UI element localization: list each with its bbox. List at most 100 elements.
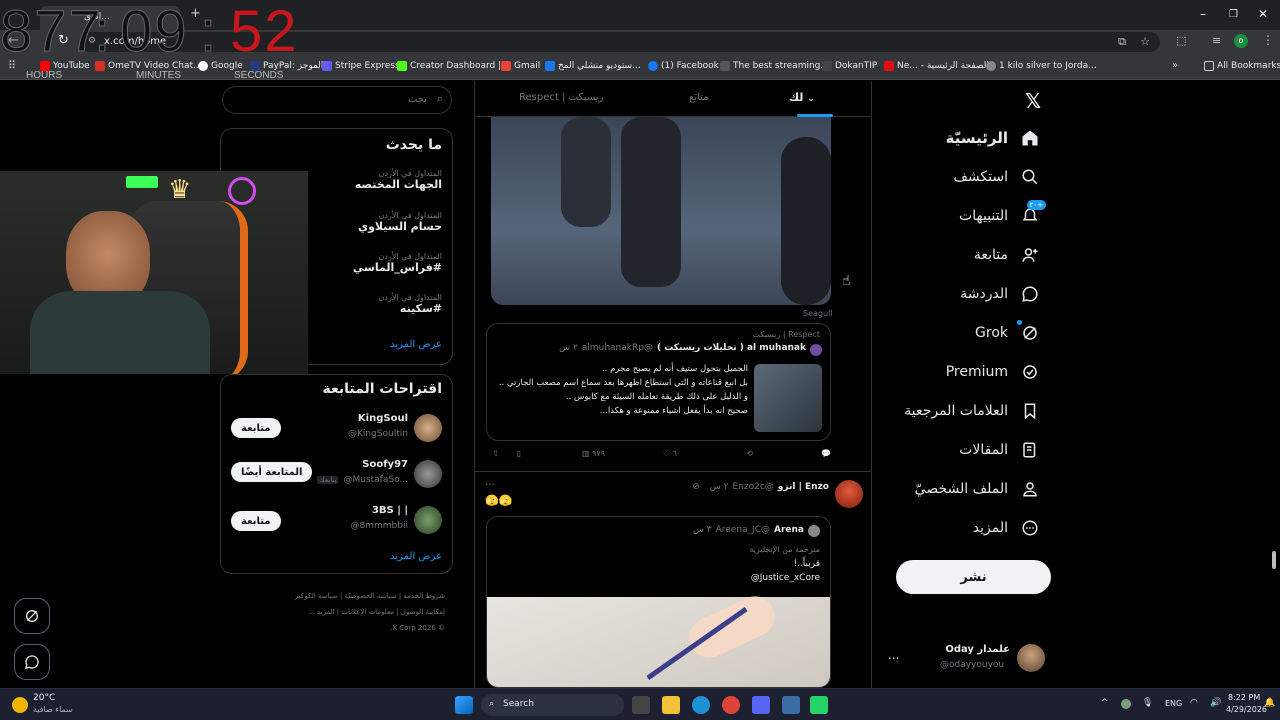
timer-separator: : bbox=[199, 0, 219, 65]
like-button[interactable]: ♡ ٦ bbox=[663, 449, 677, 458]
views-button[interactable]: ▥ ٩٧٩ bbox=[582, 449, 605, 458]
menu-icon[interactable]: ⋮ bbox=[1262, 33, 1274, 47]
footer-link[interactable]: سياسة الخصوصيّة bbox=[345, 592, 397, 600]
extensions-icon[interactable]: ⬚ bbox=[1176, 34, 1186, 47]
clock-date[interactable]: 4/29/2026 bbox=[1226, 705, 1267, 714]
edge-icon[interactable] bbox=[692, 696, 710, 714]
grok-icon[interactable]: ⊘ bbox=[692, 482, 700, 492]
tray-app-icon[interactable] bbox=[1121, 699, 1131, 709]
nav-explore[interactable]: استكشف bbox=[953, 167, 1040, 187]
post-button[interactable]: نشر bbox=[896, 560, 1051, 594]
footer-link[interactable]: شروط الخدمة bbox=[403, 592, 445, 600]
footer-link[interactable]: سياسة الكوكيز bbox=[295, 592, 338, 600]
wifi-icon[interactable]: ◠ bbox=[1190, 698, 1198, 708]
bookmark-stripe[interactable]: Stripe Express bbox=[322, 61, 400, 71]
whatsapp-icon[interactable] bbox=[810, 696, 828, 714]
bookmark-streaming[interactable]: The best streaming... bbox=[720, 61, 829, 71]
trend-item[interactable]: المتداول في الأردن #فراس_الماسي bbox=[353, 252, 442, 274]
bookmark-dokantip[interactable]: DokanTIP bbox=[822, 61, 877, 71]
task-view-icon[interactable] bbox=[632, 696, 650, 714]
follow-button[interactable]: متابعة bbox=[231, 511, 281, 531]
bookmark-gmail[interactable]: Gmail bbox=[501, 61, 540, 71]
suggestion-item[interactable]: 3BS | | @8mmmbbii متابعة bbox=[221, 503, 452, 539]
tab-respect[interactable]: Respect | ريسبكت bbox=[519, 92, 603, 103]
show-more-link[interactable]: عرض المزيد bbox=[390, 339, 442, 350]
follow-button[interactable]: متابعة bbox=[231, 418, 281, 438]
tab-following[interactable]: متابَع bbox=[689, 92, 709, 103]
x-logo-icon[interactable]: 𝕏 bbox=[1025, 89, 1041, 113]
timer-label: SECONDS bbox=[234, 70, 284, 81]
trend-item[interactable]: المتداول في الأردن #سكينه bbox=[379, 293, 442, 315]
messages-float-button[interactable] bbox=[14, 644, 50, 680]
trend-item[interactable]: المتداول في الأردن حسام السيلاوي bbox=[358, 211, 442, 233]
clock-time[interactable]: 8:22 PM bbox=[1228, 693, 1260, 702]
notification-icon[interactable]: 🔔 bbox=[1264, 698, 1275, 708]
nav-chat[interactable]: الدردشة bbox=[960, 284, 1040, 304]
show-more-link[interactable]: عرض المزيد bbox=[390, 551, 442, 562]
close-icon[interactable]: ✕ bbox=[1258, 7, 1268, 21]
star-icon[interactable]: ☆ bbox=[1140, 35, 1150, 48]
bookmark-creator[interactable]: Creator Dashboard |... bbox=[397, 61, 510, 71]
retweet-icon[interactable]: ⟲ bbox=[746, 449, 753, 458]
nav-bookmarks[interactable]: العلامات المرجعية bbox=[904, 401, 1040, 421]
footer-link[interactable]: معلومات الإعلانات bbox=[341, 608, 394, 616]
nav-notifications[interactable]: +٢٠ التنبيهات bbox=[959, 200, 1046, 226]
suggestion-item[interactable]: Soofy97 @MustafaSo... يتابعك المتابعة أي… bbox=[221, 457, 452, 493]
quote-tweet[interactable]: ريسبكت | Respect al muhanak ( تحليلات ري… bbox=[486, 323, 831, 441]
taskbar-search[interactable]: ⌕ Search bbox=[481, 694, 624, 716]
streaming-icon bbox=[720, 61, 730, 71]
trend-item[interactable]: المتداول في الأردن الجهات المختصه bbox=[355, 169, 442, 191]
nav-more[interactable]: المزيد bbox=[973, 518, 1040, 538]
maximize-icon[interactable]: ❐ bbox=[1229, 9, 1238, 20]
chrome-icon[interactable] bbox=[722, 696, 740, 714]
all-bookmarks[interactable]: All Bookmarks bbox=[1204, 61, 1280, 71]
nav-premium[interactable]: Premium bbox=[946, 362, 1040, 382]
chevron-up-icon[interactable]: ^ bbox=[1101, 698, 1109, 708]
following-button[interactable]: المتابعة أيضًا bbox=[231, 462, 313, 482]
tab-for-you[interactable]: لك ⌄ bbox=[789, 91, 815, 104]
nav-home[interactable]: الرئيسيّة bbox=[946, 128, 1040, 148]
bookmark-ne[interactable]: Ne... - الصفحة الرئيسية bbox=[884, 61, 989, 71]
app-icon[interactable] bbox=[782, 696, 800, 714]
profile-avatar[interactable]: o bbox=[1234, 34, 1248, 48]
media-icon[interactable]: ≡ bbox=[1212, 34, 1221, 47]
minimize-icon[interactable]: – bbox=[1200, 7, 1206, 21]
file-explorer-icon[interactable] bbox=[662, 696, 680, 714]
bookmark-silver[interactable]: 1 kilo silver to Jorda... bbox=[986, 61, 1097, 71]
grok-float-button[interactable] bbox=[14, 598, 50, 634]
mention-link[interactable]: @Justice_xCore bbox=[751, 573, 820, 583]
reply-icon[interactable]: 💬 bbox=[821, 449, 831, 458]
netflix-icon bbox=[884, 61, 894, 71]
chart-icon: ▥ bbox=[582, 449, 590, 458]
search-input[interactable]: بحث ⌕ bbox=[222, 86, 452, 114]
more-dots-icon[interactable]: ··· bbox=[485, 480, 495, 491]
chevron-right-icon[interactable]: » bbox=[1172, 60, 1178, 71]
language-indicator[interactable]: ENG bbox=[1165, 699, 1182, 708]
quote-image[interactable] bbox=[487, 589, 830, 687]
avatar[interactable] bbox=[835, 480, 863, 508]
windows-start-icon[interactable] bbox=[455, 696, 473, 714]
tweet-image[interactable] bbox=[491, 117, 831, 305]
share-icon[interactable]: ⇧ bbox=[492, 449, 499, 458]
nav-follow[interactable]: متابعة bbox=[974, 245, 1040, 265]
install-icon[interactable]: ⧉ bbox=[1118, 35, 1126, 49]
quote-time: ٢ س bbox=[559, 343, 578, 353]
footer-link[interactable]: إمكانية الوصول bbox=[401, 608, 445, 616]
trend-name: حسام السيلاوي bbox=[358, 220, 442, 233]
volume-icon[interactable]: 🔊 bbox=[1210, 698, 1221, 708]
discord-icon[interactable] bbox=[752, 696, 770, 714]
bookmark-studio[interactable]: ستوديو منشلي المح... bbox=[545, 61, 641, 71]
quote-tweet[interactable]: Arena @Areena_JC ٣ س مترجمة من الإنجليزي… bbox=[486, 516, 831, 688]
bookmark-facebook[interactable]: (1) Facebook bbox=[648, 61, 719, 71]
suggestion-item[interactable]: KingSoul @KingSoultin متابعة bbox=[221, 411, 452, 447]
nav-grok[interactable]: Grok bbox=[975, 320, 1040, 343]
tweet[interactable]: Enzo | انزو @Enzo2c ٢ س ⊘ ··· 🫣🫣 Arena @… bbox=[475, 472, 871, 688]
bookmark-icon[interactable]: ▯ bbox=[517, 449, 521, 458]
footer-link[interactable]: المزيد ... bbox=[308, 608, 335, 616]
nav-profile[interactable]: الملف الشخصيّ bbox=[915, 479, 1040, 499]
nav-articles[interactable]: المقالات bbox=[959, 440, 1040, 460]
all-bookmarks-label: All Bookmarks bbox=[1217, 61, 1280, 71]
account-switcher[interactable]: ... علمدار Oday @odayyouyou bbox=[884, 640, 1054, 676]
scrollbar-thumb[interactable] bbox=[1272, 551, 1276, 569]
mic-icon[interactable]: 🎙 bbox=[1142, 698, 1153, 708]
